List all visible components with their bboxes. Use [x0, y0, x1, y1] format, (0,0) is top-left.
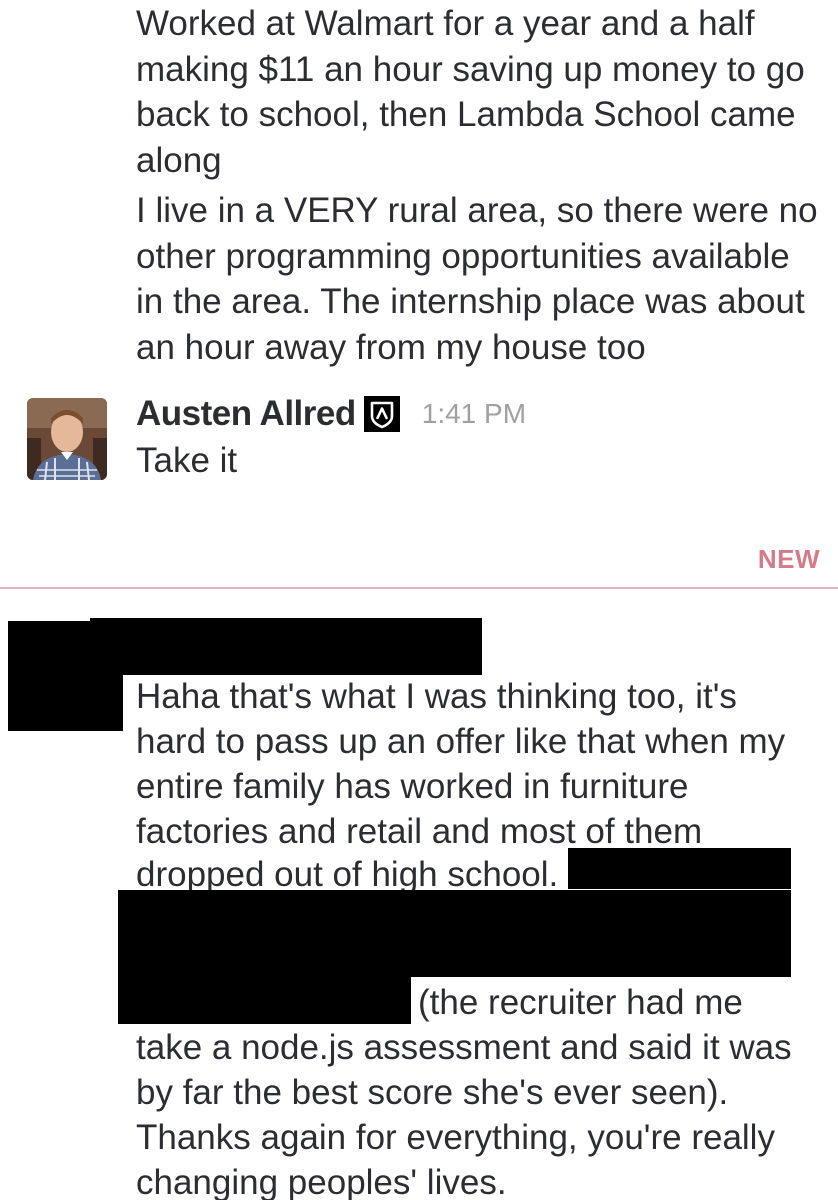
- message-text: Take it: [136, 441, 238, 480]
- message-header: Austen Allred 1:41 PM: [136, 392, 526, 436]
- redaction-block: [90, 618, 482, 675]
- message-line: Haha that's what I was thinking too, it'…: [136, 677, 737, 716]
- message-line: changing peoples' lives.: [136, 1163, 507, 1200]
- message-line: entire family has worked in furniture: [136, 767, 689, 806]
- redaction-block: [568, 848, 791, 889]
- message-line: by far the best score she's ever seen).: [136, 1073, 729, 1112]
- sender-name[interactable]: Austen Allred: [136, 394, 356, 434]
- message-line: take a node.js assessment and said it wa…: [136, 1028, 792, 1067]
- redaction-block: [118, 890, 791, 977]
- avatar[interactable]: [27, 398, 107, 480]
- new-messages-divider: [0, 587, 838, 589]
- message-line: Thanks again for everything, you're real…: [136, 1118, 775, 1157]
- message-paragraph: Worked at Walmart for a year and a half …: [136, 4, 805, 180]
- lambda-shield-badge-icon: [363, 396, 400, 432]
- message-line: hard to pass up an offer like that when …: [136, 722, 786, 761]
- new-messages-label: NEW: [757, 544, 820, 574]
- timestamp[interactable]: 1:41 PM: [422, 398, 526, 430]
- message-line: (the recruiter had me: [418, 983, 743, 1022]
- message-paragraph: I live in a VERY rural area, so there we…: [136, 191, 818, 367]
- user-avatar-photo: [27, 398, 107, 480]
- redaction-block: [118, 976, 411, 1024]
